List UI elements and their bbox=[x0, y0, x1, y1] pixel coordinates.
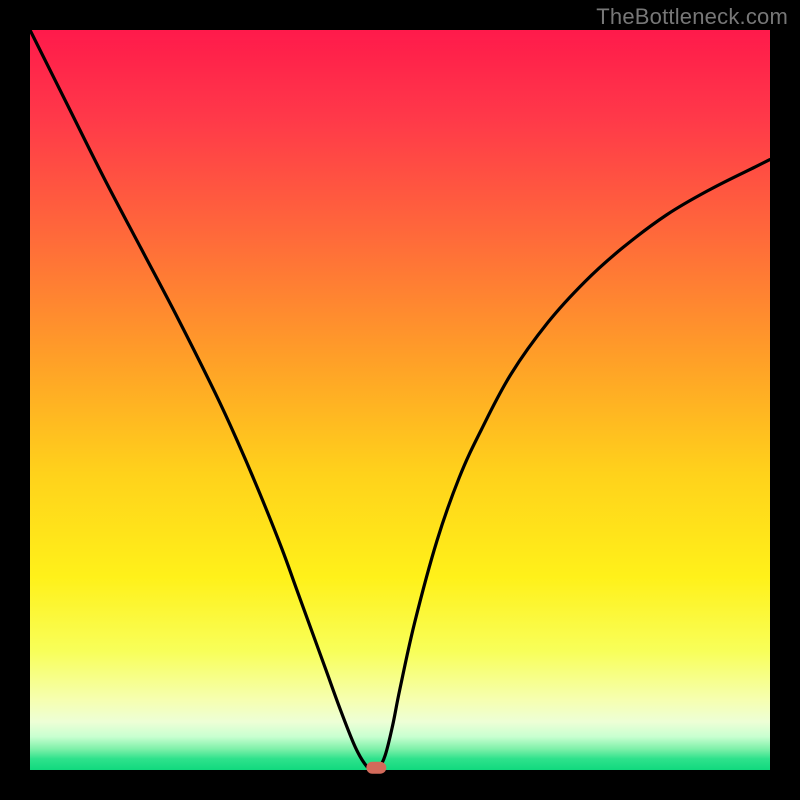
plot-background bbox=[30, 30, 770, 770]
watermark-text: TheBottleneck.com bbox=[596, 4, 788, 30]
optimal-marker bbox=[366, 762, 386, 774]
chart-frame: TheBottleneck.com bbox=[0, 0, 800, 800]
chart-canvas bbox=[0, 0, 800, 800]
